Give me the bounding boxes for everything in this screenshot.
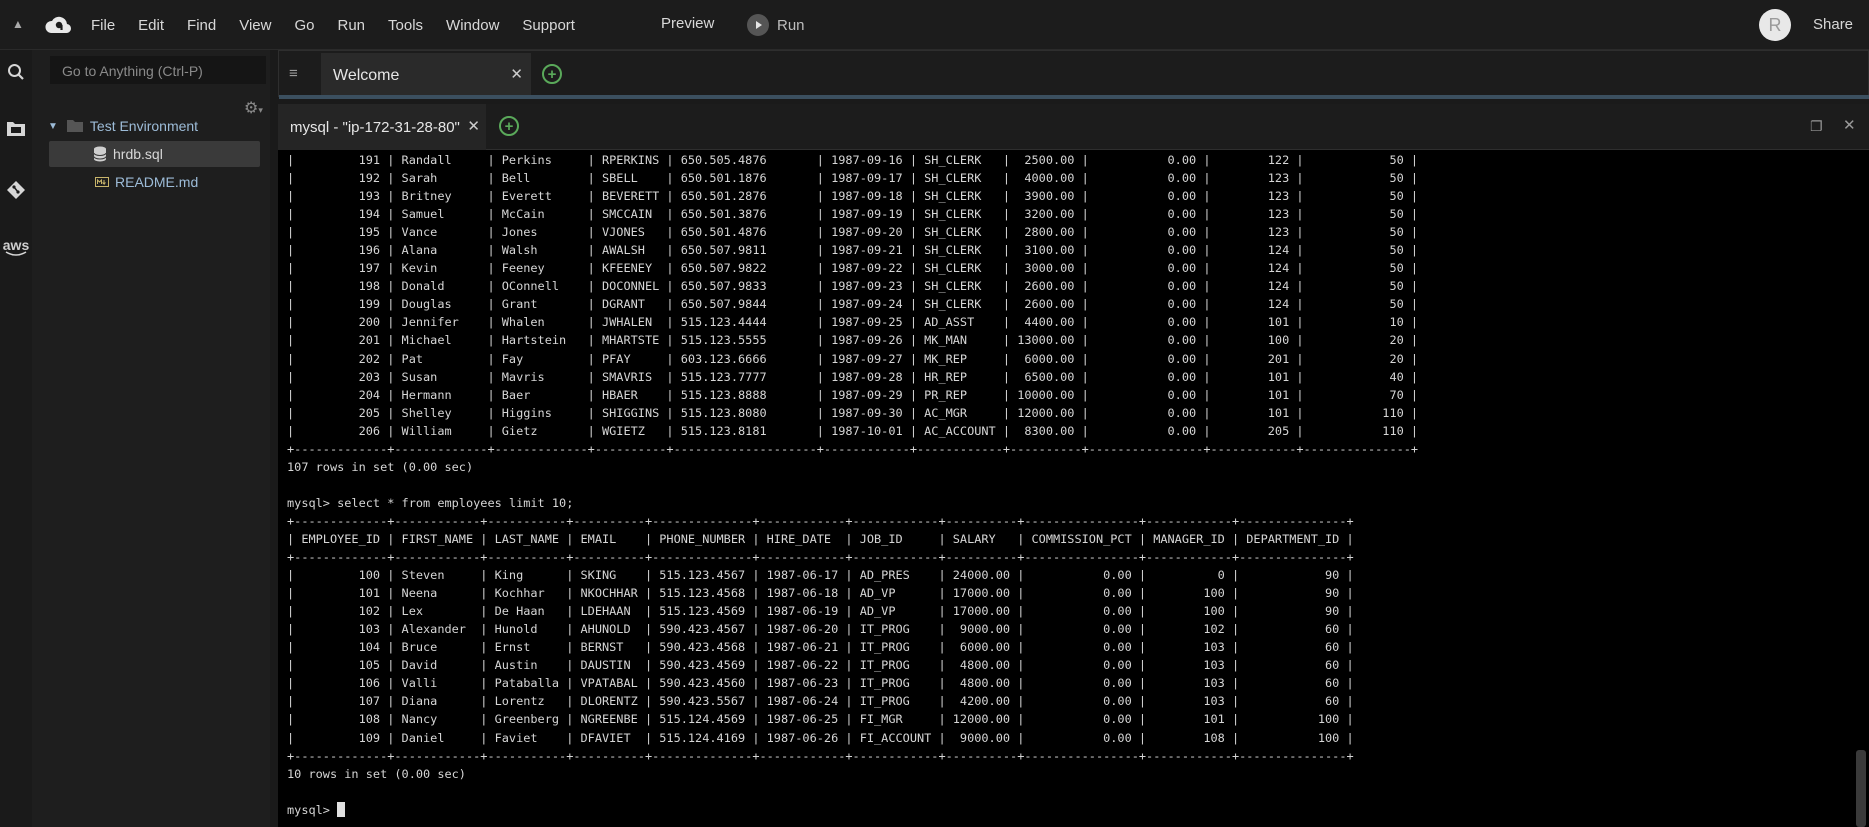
restore-panel-icon[interactable]: ❐ bbox=[1810, 118, 1823, 135]
menu-support[interactable]: Support bbox=[522, 17, 575, 34]
activity-rail: aws bbox=[0, 50, 32, 827]
menu-window[interactable]: Window bbox=[446, 17, 499, 34]
add-terminal-icon[interactable]: + bbox=[499, 116, 519, 136]
menu-edit[interactable]: Edit bbox=[138, 17, 164, 34]
menu-run[interactable]: Run bbox=[337, 17, 365, 34]
terminal-text: | 191 | Randall | Perkins | RPERKINS | 6… bbox=[287, 151, 1418, 819]
add-tab-icon[interactable]: + bbox=[542, 64, 562, 84]
menu-find[interactable]: Find bbox=[187, 17, 216, 34]
close-icon[interactable]: ✕ bbox=[510, 65, 523, 83]
folder-icon bbox=[66, 120, 83, 132]
terminal-prompt: mysql> bbox=[287, 802, 338, 817]
tab-terminal-mysql[interactable]: mysql - "ip-172-31-28-80" ✕ bbox=[278, 104, 486, 150]
tree-file-readme-md[interactable]: README.md bbox=[49, 169, 260, 195]
menu-file[interactable]: File bbox=[91, 17, 115, 34]
go-to-anything-input[interactable]: Go to Anything (Ctrl-P) bbox=[50, 56, 266, 84]
source-control-icon[interactable] bbox=[4, 178, 28, 202]
menu-view[interactable]: View bbox=[239, 17, 271, 34]
play-icon bbox=[747, 14, 769, 36]
tree-root-test-environment[interactable]: ▼ Test Environment bbox=[48, 113, 248, 139]
menu-go[interactable]: Go bbox=[294, 17, 314, 34]
preview-button[interactable]: Preview bbox=[661, 15, 714, 32]
aws-icon[interactable]: aws bbox=[3, 236, 29, 260]
tree-root-label: Test Environment bbox=[89, 118, 199, 134]
cloud9-logo-icon[interactable] bbox=[44, 13, 72, 37]
tree-file-hrdb-sql[interactable]: hrdb.sql bbox=[49, 141, 260, 167]
terminal-vertical-scrollbar[interactable] bbox=[1856, 750, 1866, 827]
menu-tools[interactable]: Tools bbox=[388, 17, 423, 34]
terminal-tab-bar: mysql - "ip-172-31-28-80" ✕ + ❐ ✕ bbox=[278, 104, 1869, 150]
close-panel-icon[interactable]: ✕ bbox=[1843, 116, 1856, 134]
editor-horizontal-scrollbar[interactable] bbox=[279, 95, 1869, 99]
terminal-lines: | 191 | Randall | Perkins | RPERKINS | 6… bbox=[287, 153, 1419, 781]
markdown-file-icon bbox=[95, 177, 109, 187]
terminal-cursor bbox=[337, 801, 346, 817]
file-tree-panel: Go to Anything (Ctrl-P) ⚙▾ ▼ Test Enviro… bbox=[32, 50, 270, 827]
run-label: Run bbox=[777, 16, 805, 34]
share-button[interactable]: Share bbox=[1813, 16, 1853, 33]
close-icon[interactable]: ✕ bbox=[467, 117, 480, 135]
collapse-menu-icon[interactable]: ▲ bbox=[8, 14, 28, 34]
hamburger-menu-icon[interactable]: ≡ bbox=[289, 65, 298, 82]
environment-files-icon[interactable] bbox=[4, 116, 28, 140]
tab-label: Welcome bbox=[333, 66, 400, 84]
tree-file-label: README.md bbox=[115, 174, 199, 190]
chevron-down-icon: ▼ bbox=[48, 120, 58, 132]
editor-tab-bar: ≡ Welcome ✕ + bbox=[278, 50, 1869, 99]
database-file-icon bbox=[93, 146, 107, 162]
tab-label: mysql - "ip-172-31-28-80" bbox=[290, 118, 460, 136]
search-icon[interactable] bbox=[4, 60, 28, 84]
run-button[interactable]: Run bbox=[747, 14, 805, 36]
terminal-output[interactable]: | 191 | Randall | Perkins | RPERKINS | 6… bbox=[278, 150, 1869, 827]
menu-bar: ▲ File Edit Find View Go Run Tools Windo… bbox=[0, 0, 1869, 50]
tab-welcome[interactable]: Welcome ✕ bbox=[321, 53, 531, 98]
tree-file-label: hrdb.sql bbox=[113, 146, 163, 162]
user-avatar[interactable]: R bbox=[1759, 9, 1791, 41]
